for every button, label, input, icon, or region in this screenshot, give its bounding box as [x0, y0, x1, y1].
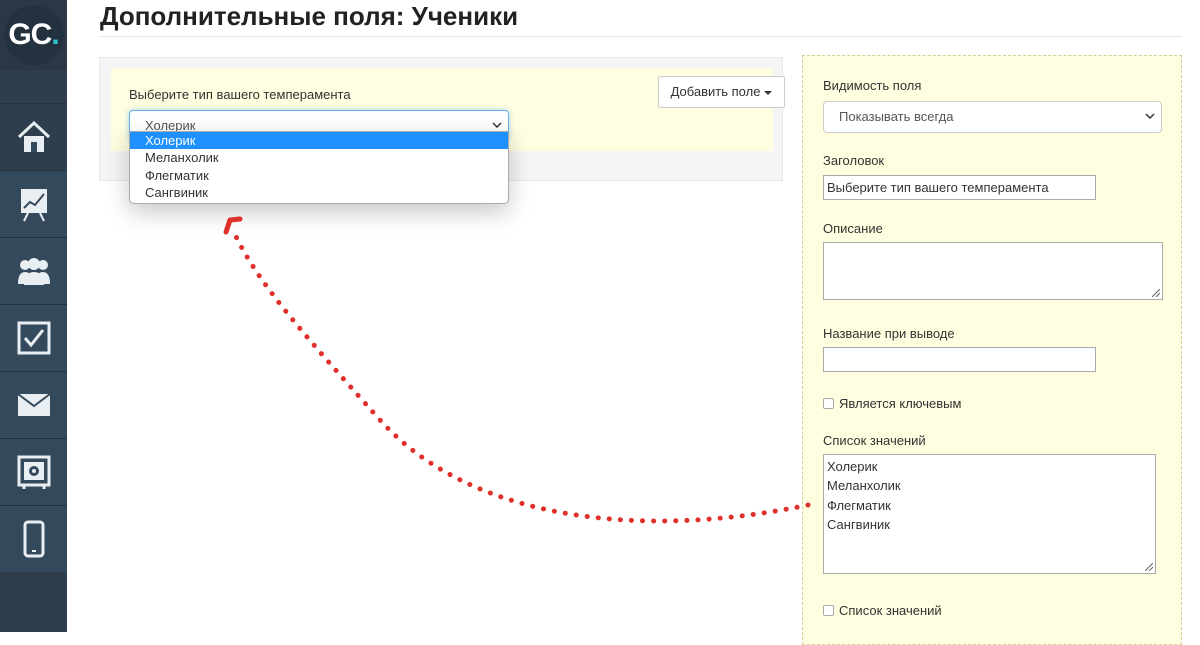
- title-field[interactable]: [823, 175, 1096, 200]
- temperament-dropdown: Холерик Меланхолик Флегматик Сангвиник: [129, 131, 509, 204]
- dropdown-option[interactable]: Сангвиник: [130, 184, 508, 201]
- description-textarea[interactable]: [823, 242, 1163, 300]
- visibility-label: Видимость поля: [823, 78, 922, 93]
- resize-handle-icon[interactable]: [1145, 563, 1153, 571]
- values-list-textarea[interactable]: Холерик Меланхолик Флегматик Сангвиник: [823, 454, 1156, 574]
- key-checkbox[interactable]: [823, 398, 834, 409]
- chevron-down-icon: [492, 122, 502, 129]
- safe-icon: [17, 455, 50, 489]
- values-list-line: Меланхолик: [827, 478, 901, 494]
- logo-text: GC: [8, 18, 52, 51]
- home-icon: [17, 120, 50, 152]
- resize-handle-icon[interactable]: [1152, 289, 1160, 297]
- values-checkbox[interactable]: [823, 605, 834, 616]
- logo[interactable]: GC.: [0, 0, 67, 70]
- add-field-button[interactable]: Добавить поле: [658, 76, 785, 108]
- key-checkbox-row[interactable]: Является ключевым: [823, 396, 961, 411]
- sidebar: GC.: [0, 0, 67, 632]
- chart-board-icon: [20, 189, 47, 222]
- nav-reports[interactable]: [0, 170, 67, 237]
- values-list-label: Список значений: [823, 433, 926, 448]
- output-name-field[interactable]: [823, 347, 1096, 372]
- description-label: Описание: [823, 221, 883, 236]
- chevron-down-icon: [1145, 113, 1155, 120]
- title-divider: [100, 36, 1182, 37]
- mail-icon: [16, 393, 51, 416]
- values-list-line: Сангвиник: [827, 516, 890, 532]
- mobile-icon: [23, 520, 44, 558]
- page-title: Дополнительные поля: Ученики: [100, 1, 519, 31]
- add-field-label: Добавить поле: [670, 84, 761, 99]
- dropdown-option[interactable]: Флегматик: [130, 167, 508, 184]
- logo-dot: .: [51, 18, 59, 51]
- nav-users[interactable]: [0, 237, 67, 304]
- preview-field-label: Выберите тип вашего темперамента: [129, 87, 351, 102]
- description-value: [824, 243, 1162, 247]
- arrow-head-icon: [223, 216, 243, 235]
- field-settings-panel: Видимость поля Показывать всегда Заголов…: [802, 55, 1182, 645]
- values-checkbox-label: Список значений: [839, 603, 942, 618]
- dropdown-option[interactable]: Меланхолик: [130, 149, 508, 166]
- logo-mark: GC.: [3, 5, 64, 65]
- dropdown-option[interactable]: Холерик: [130, 132, 508, 150]
- nav-home[interactable]: [0, 103, 67, 170]
- visibility-select-value: Показывать всегда: [839, 109, 954, 124]
- caret-down-icon: [764, 90, 773, 95]
- values-list-line: Холерик: [827, 459, 878, 474]
- output-name-label: Название при выводе: [823, 326, 955, 341]
- checkbox-icon: [17, 321, 50, 355]
- nav-payments[interactable]: [0, 438, 67, 505]
- users-icon: [17, 258, 50, 285]
- nav-tasks[interactable]: [0, 304, 67, 371]
- title-label: Заголовок: [823, 153, 885, 168]
- nav-mobile[interactable]: [0, 505, 67, 572]
- nav-mail[interactable]: [0, 371, 67, 438]
- key-checkbox-label: Является ключевым: [839, 396, 962, 411]
- values-checkbox-row[interactable]: Список значений: [823, 603, 942, 618]
- values-list-line: Флегматик: [827, 497, 891, 513]
- visibility-select[interactable]: Показывать всегда: [823, 101, 1162, 133]
